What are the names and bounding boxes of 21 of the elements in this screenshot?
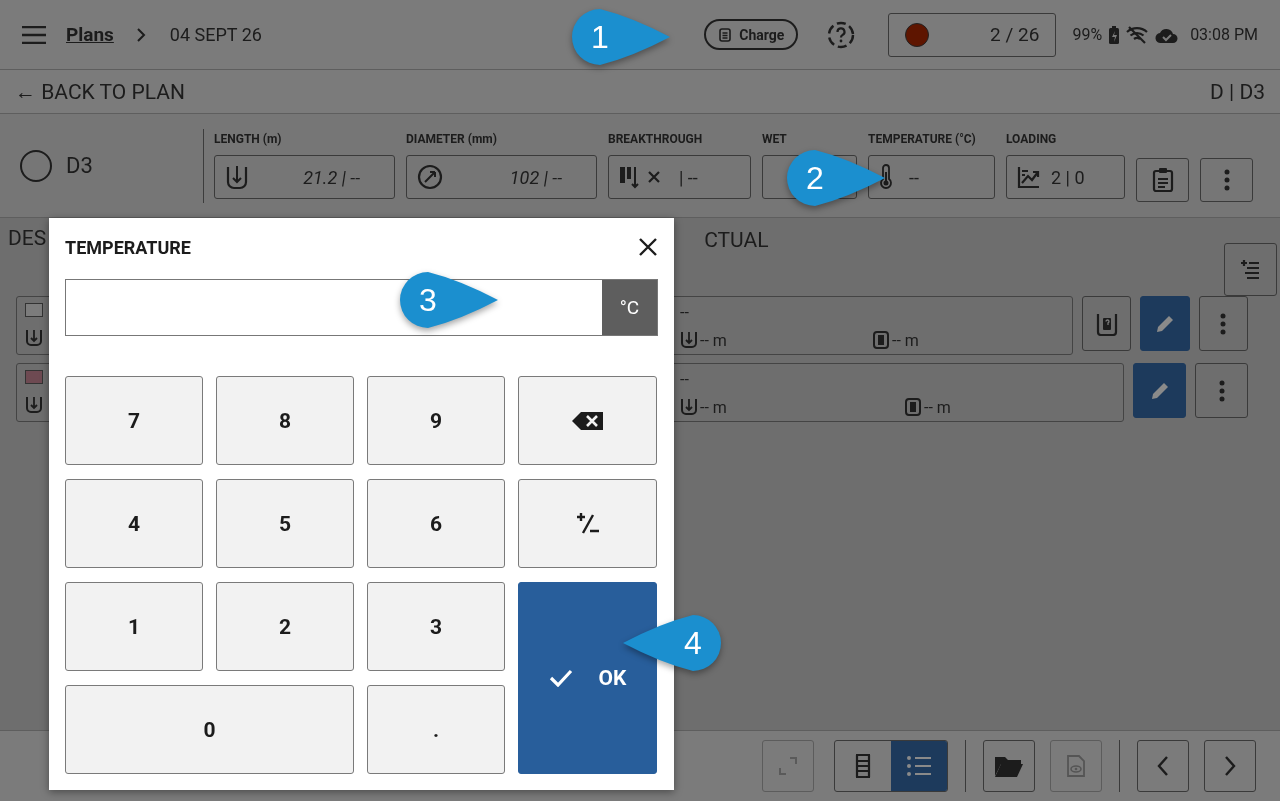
field-label: WET [762, 132, 788, 146]
field-label: TEMPERATURE (°C) [868, 132, 977, 146]
field-label: BREAKTHROUGH [608, 132, 704, 146]
section-title: DES [8, 226, 47, 250]
hole-name: D3 [66, 153, 93, 178]
section-title: CTUAL [704, 228, 769, 252]
plan-date: 04 SEPT 26 [169, 24, 262, 45]
row-value: -- [680, 370, 690, 389]
length-value: -- m [700, 330, 727, 350]
dialog-title: TEMPERATURE [65, 236, 191, 258]
row-value: -- [680, 303, 690, 322]
battery-percentage: 99% [1072, 25, 1103, 44]
field-label: LENGTH (m) [214, 132, 283, 146]
clock-time: 03:08 PM [1190, 25, 1258, 44]
length-value: -- m [700, 397, 727, 417]
field-label: LOADING [1006, 132, 1058, 146]
depth-value: -- m [892, 330, 919, 350]
unit-label: °C [602, 280, 657, 335]
field-label: DIAMETER (mm) [406, 132, 498, 146]
depth-value: -- m [924, 397, 951, 417]
location-label: D | D3 [1210, 79, 1265, 104]
